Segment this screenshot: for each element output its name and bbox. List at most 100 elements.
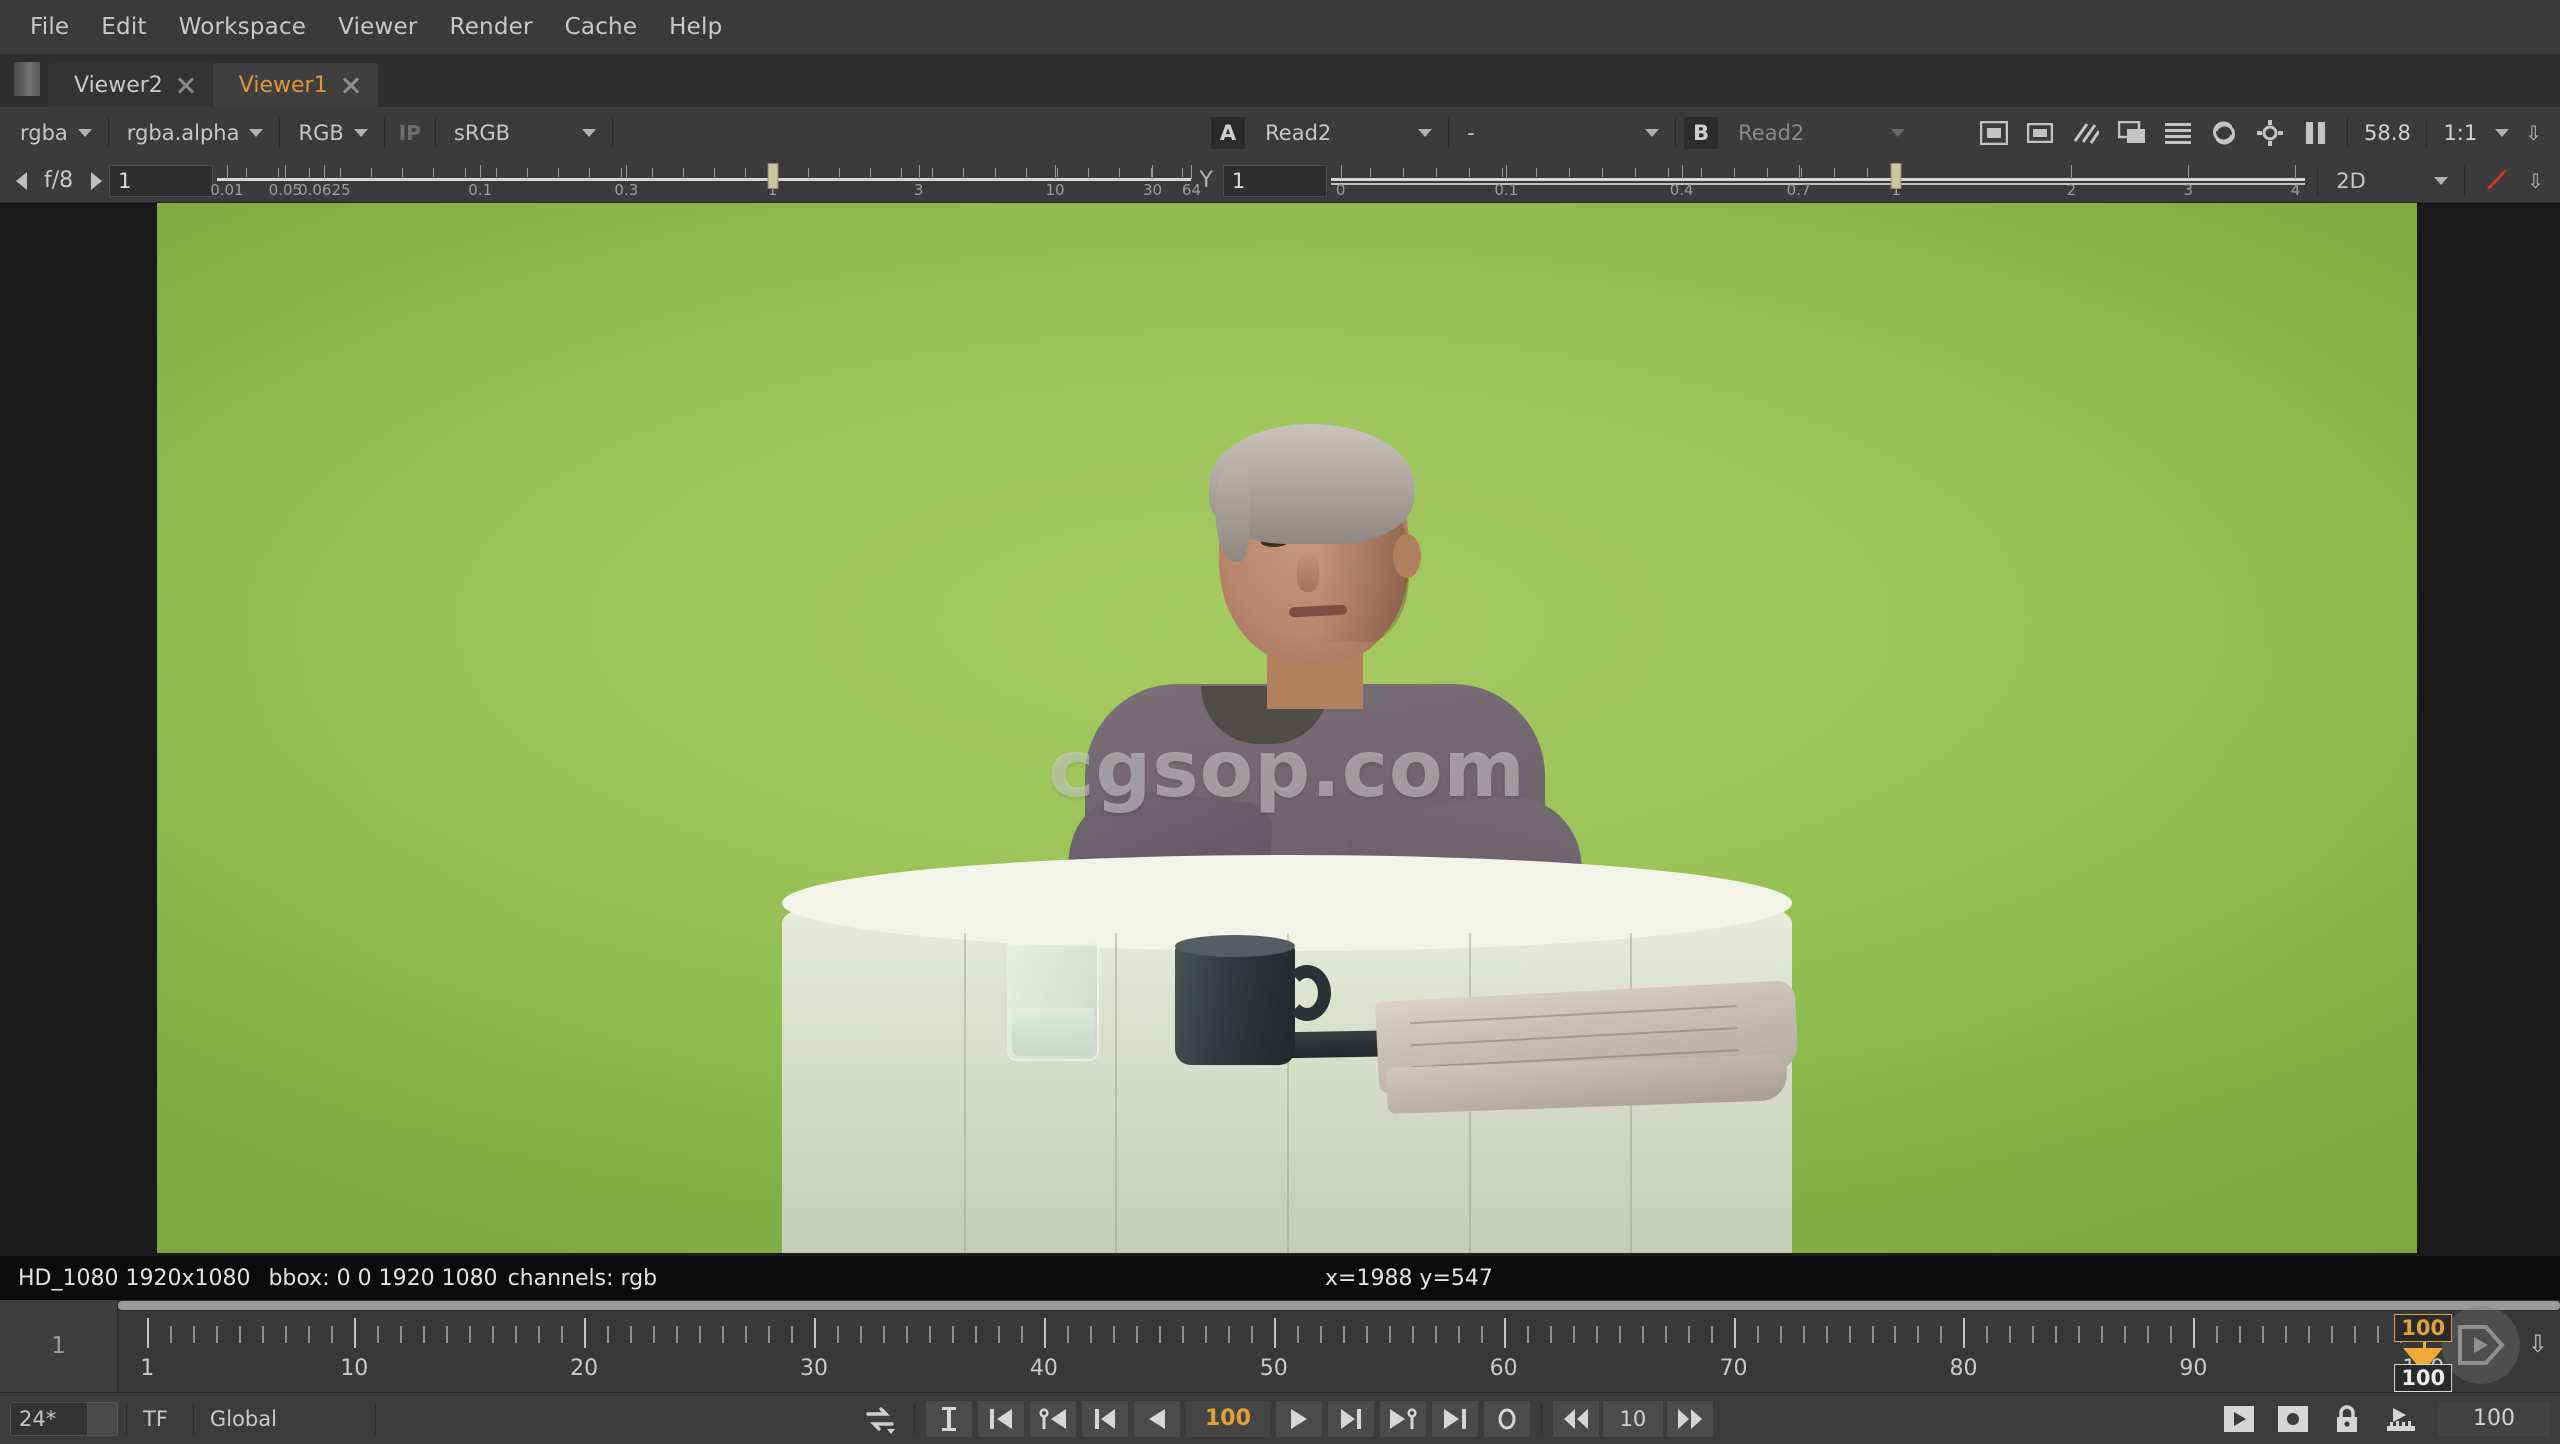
menu-item-workspace[interactable]: Workspace (163, 8, 323, 46)
pause-icon[interactable] (2297, 116, 2335, 150)
input-a-dropdown[interactable]: Read2 (1255, 116, 1440, 150)
current-frame-display[interactable]: 100 (1184, 1399, 1271, 1438)
timeline-scrollbar[interactable] (118, 1300, 2560, 1311)
tab-viewer2[interactable]: Viewer2 (48, 63, 213, 107)
timeline-minor-tick (1756, 1326, 1759, 1343)
menu-item-file[interactable]: File (14, 8, 85, 46)
tab-viewer1[interactable]: Viewer1 (212, 63, 378, 107)
loop-button[interactable] (1482, 1399, 1531, 1438)
pixel-ratio-value[interactable]: 1:1 (2435, 117, 2485, 149)
timeline-minor-tick (1871, 1326, 1874, 1343)
viewer-status-bar: HD_1080 1920x1080 bbox: 0 0 1920 1080 ch… (0, 1256, 2560, 1300)
menu-item-cache[interactable]: Cache (549, 8, 654, 46)
first-frame-button[interactable] (976, 1399, 1025, 1438)
step-forward-button[interactable] (1665, 1399, 1714, 1438)
prev-frame-button[interactable] (1080, 1399, 1129, 1438)
timeline-scrollbar-thumb[interactable] (118, 1301, 2560, 1310)
gamma-minor-tick (1668, 167, 1670, 177)
expand-toolbar-icon[interactable]: ⇩ (2517, 123, 2550, 143)
fstop-label: f/8 (44, 168, 74, 193)
end-frame-field[interactable]: 100 (2438, 1401, 2550, 1436)
input-b-dropdown[interactable]: Read2 (1728, 116, 1913, 150)
gamma-tick (1798, 164, 1800, 179)
divider (192, 1403, 194, 1434)
playback-mode-dropdown[interactable]: TF (135, 1402, 185, 1436)
flipbook-icon[interactable] (2379, 1401, 2423, 1437)
gamma-input[interactable]: 1 (1222, 164, 1327, 197)
next-frame-button[interactable] (1326, 1399, 1375, 1438)
timeline-minor-tick (928, 1326, 931, 1343)
channel-set-dropdown[interactable]: rgba (10, 116, 100, 150)
panel-grip-handle[interactable] (14, 62, 40, 96)
gain-sync-icon[interactable] (2251, 116, 2289, 150)
timeline-expand-icon[interactable]: ⇩ (2528, 1330, 2548, 1358)
ip-toggle-button[interactable]: IP (393, 118, 427, 148)
colorspace-dropdown[interactable]: sRGB (444, 116, 604, 150)
gain-decrease-button[interactable] (8, 168, 34, 194)
play-forward-button[interactable] (1274, 1399, 1323, 1438)
proxy-icon[interactable] (2113, 116, 2151, 150)
in-point-button[interactable] (924, 1399, 973, 1438)
gain-minor-tick (807, 167, 809, 177)
viewer-canvas[interactable]: cgsop.com (0, 203, 2560, 1256)
input-a-value: Read2 (1265, 121, 1332, 145)
timeline-minor-tick (2308, 1326, 2311, 1343)
gain-slider[interactable]: 0.01 0.05 0.0625 0.1 0.3 1 3 10 30 64 (210, 161, 1201, 201)
gamma-slider[interactable]: 0 0.1 0.4 0.7 1 2 3 4 (1330, 161, 2306, 201)
gamma-minor-tick (1403, 167, 1405, 177)
pen-icon[interactable] (2477, 164, 2515, 198)
timeline-minor-tick (1526, 1326, 1529, 1343)
lut-icon[interactable] (2159, 116, 2197, 150)
timeline-start-frame[interactable]: 1 (0, 1300, 118, 1392)
channel-dropdown[interactable]: rgba.alpha (117, 116, 272, 150)
status-cursor-coords: x=1988 y=547 (1325, 1265, 1493, 1291)
zoom-level-field[interactable]: 58.8 (2356, 117, 2419, 149)
wipe-icon[interactable] (2067, 116, 2105, 150)
gain-minor-tick (464, 167, 466, 177)
timeline-major-tick (1733, 1318, 1736, 1348)
timeline-viz-button[interactable] (2442, 1306, 2520, 1384)
input-a-badge[interactable]: A (1210, 117, 1246, 149)
gain-slider-handle[interactable] (767, 162, 778, 189)
prev-keyframe-button[interactable] (1028, 1399, 1077, 1438)
timeline-track[interactable]: ⇩ 1102030405060708090100100100 (118, 1300, 2560, 1392)
fps-field[interactable]: 24* (10, 1401, 88, 1436)
menu-item-help[interactable]: Help (653, 8, 738, 46)
input-b-badge[interactable]: B (1684, 117, 1719, 149)
gain-minor-tick (1057, 167, 1058, 177)
fps-dropdown-button[interactable] (88, 1401, 118, 1436)
timeline-minor-tick (1825, 1326, 1828, 1343)
clip-warning-icon[interactable] (2021, 116, 2059, 150)
step-size-field[interactable]: 10 (1601, 1399, 1664, 1438)
menu-item-edit[interactable]: Edit (85, 8, 162, 46)
pixel-ratio-dropdown[interactable] (2485, 116, 2517, 150)
display-style-dropdown[interactable]: RGB (288, 116, 375, 150)
close-icon[interactable] (175, 74, 197, 96)
sync-scope-dropdown[interactable]: Global (202, 1402, 367, 1436)
play-backward-button[interactable] (1132, 1399, 1181, 1438)
gain-increase-button[interactable] (83, 168, 109, 194)
menu-item-render[interactable]: Render (434, 8, 549, 46)
next-keyframe-button[interactable] (1378, 1399, 1427, 1438)
timeline-major-tick (2193, 1318, 2196, 1348)
timeline-minor-tick (1181, 1326, 1184, 1343)
last-frame-button[interactable] (1430, 1399, 1479, 1438)
gamma-slider-handle[interactable] (1890, 162, 1902, 189)
gain-input[interactable]: 1 (109, 164, 214, 197)
view-mode-dropdown[interactable]: 2D (2326, 164, 2456, 198)
gain-minor-tick (745, 167, 747, 177)
lock-icon[interactable] (2325, 1401, 2369, 1437)
playback-range-icon[interactable] (2217, 1401, 2261, 1437)
record-icon[interactable] (2271, 1401, 2315, 1437)
timeline-minor-tick (1549, 1326, 1552, 1343)
playback-loop-mode-button[interactable] (856, 1400, 904, 1438)
ab-operation-dropdown[interactable]: - (1457, 116, 1667, 150)
roi-icon[interactable] (1975, 116, 2013, 150)
refresh-icon[interactable] (2205, 116, 2243, 150)
expand-row-icon[interactable]: ⇩ (2519, 171, 2552, 191)
close-icon[interactable] (340, 74, 362, 96)
timeline-frame-label: 1 (140, 1356, 155, 1381)
menu-item-viewer[interactable]: Viewer (322, 8, 433, 46)
step-backward-button[interactable] (1551, 1399, 1600, 1438)
gain-minor-tick (308, 167, 310, 177)
